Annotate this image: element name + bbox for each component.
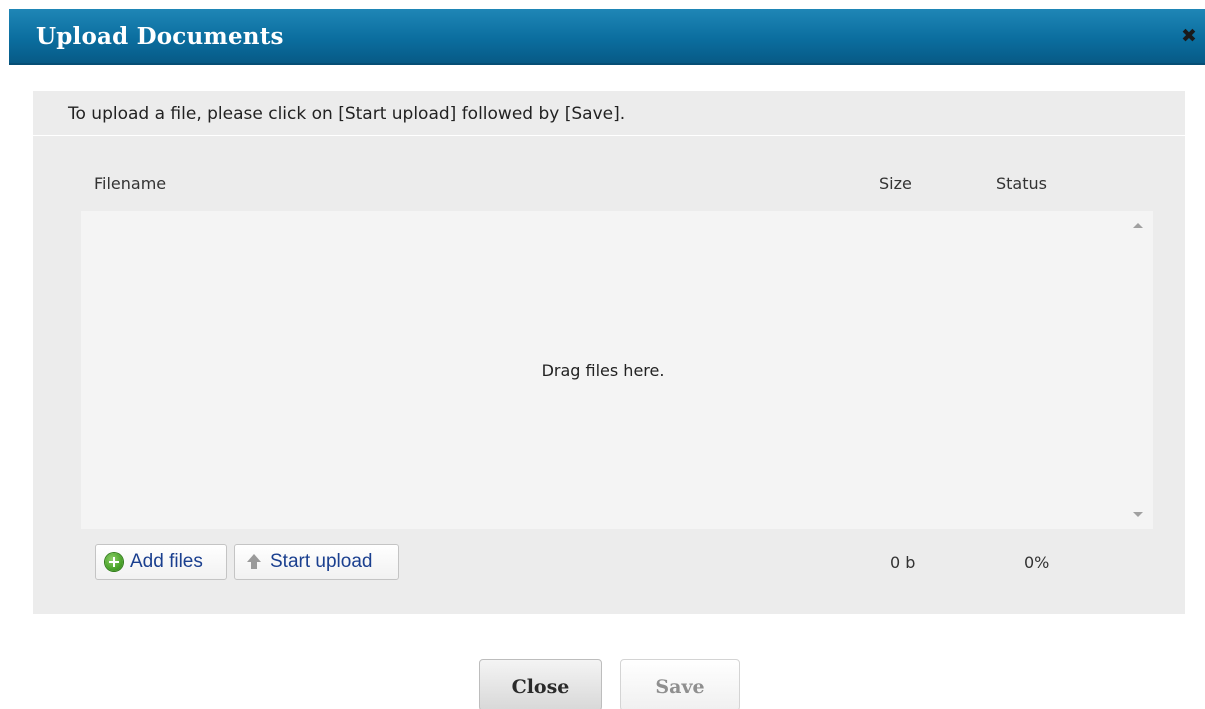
column-header-filename: Filename <box>94 174 167 193</box>
scroll-up-arrow-icon[interactable] <box>1133 223 1143 228</box>
file-list-scrollbar[interactable] <box>1125 211 1153 529</box>
dialog-title: Upload Documents <box>36 23 284 50</box>
total-size: 0 b <box>890 553 916 572</box>
save-button[interactable]: Save <box>620 659 740 709</box>
arrow-up-icon <box>247 554 261 570</box>
plus-circle-icon <box>105 553 123 571</box>
total-percent: 0% <box>1024 553 1050 572</box>
scroll-down-arrow-icon[interactable] <box>1133 512 1143 517</box>
instructions-bar: To upload a file, please click on [Start… <box>33 91 1185 136</box>
start-upload-label: Start upload <box>270 551 373 572</box>
column-header-status: Status <box>996 174 1047 193</box>
instructions-text: To upload a file, please click on [Start… <box>68 104 626 124</box>
start-upload-button[interactable]: Start upload <box>234 544 399 580</box>
upload-panel: To upload a file, please click on [Start… <box>33 91 1185 614</box>
file-drop-zone[interactable]: Drag files here. <box>81 211 1153 529</box>
column-header-size: Size <box>879 174 912 193</box>
close-button[interactable]: Close <box>479 659 602 709</box>
close-icon[interactable]: ✖ <box>1177 24 1201 48</box>
drag-files-message: Drag files here. <box>541 361 665 380</box>
upload-documents-dialog: Upload Documents ✖ To upload a file, ple… <box>0 0 1205 709</box>
dialog-titlebar: Upload Documents ✖ <box>9 9 1205 65</box>
add-files-button[interactable]: Add files <box>95 544 227 580</box>
add-files-label: Add files <box>130 551 203 572</box>
